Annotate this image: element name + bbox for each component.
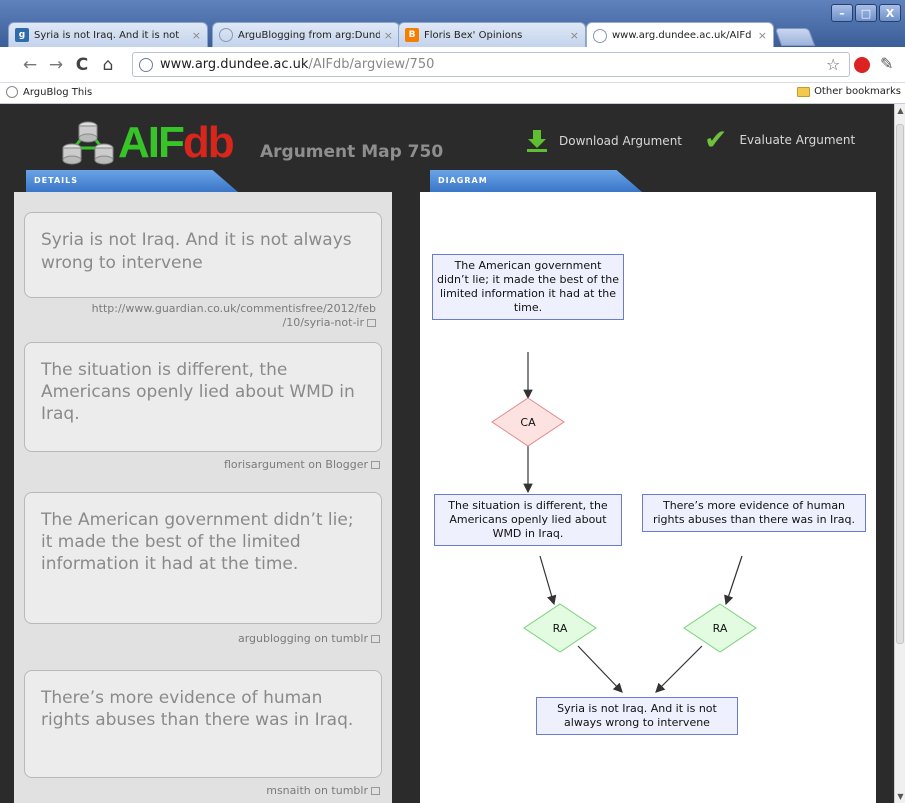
card-source-link[interactable]: florisargument on Blogger [224,458,380,472]
close-tab-icon[interactable]: × [570,29,579,42]
other-bookmarks[interactable]: Other bookmarks [797,86,901,97]
tab-argublogging[interactable]: ArguBlogging from arg:Dunde × [212,22,400,47]
card-text: Syria is not Iraq. And it is not always … [41,230,352,273]
external-link-icon [371,635,380,643]
card-source-link[interactable]: argublogging on tumblr [238,632,380,646]
edge-ra-right-to-conclusion [655,645,703,693]
ra-right-node-label: RA [712,622,728,635]
scroll-down-icon[interactable]: ▼ [896,792,905,801]
tab-label: Syria is not Iraq. And it is not [34,29,180,41]
evaluate-argument-button[interactable]: ✔ Evaluate Argument [704,126,855,154]
edge-evidence-to-ra-right [724,555,743,606]
bookmark-star-icon[interactable]: ☆ [826,55,840,74]
url-host: www.arg.dundee.ac.uk [160,57,309,72]
tab-guardian[interactable]: g Syria is not Iraq. And it is not × [8,22,208,47]
tab-floris-bex[interactable]: B Floris Bex' Opinions × [398,22,586,47]
close-tab-icon[interactable]: × [384,29,393,42]
guardian-favicon-icon: g [15,28,29,42]
tab-label: www.arg.dundee.ac.uk/AIFd [612,30,752,41]
page-content: AIFdb Argument Map 750 Download Argument… [0,104,894,803]
new-tab-button[interactable] [774,28,816,46]
edge-situation-to-ra-left [539,555,557,606]
ra-left-node-label: RA [552,622,568,635]
i-node-conclusion[interactable]: Syria is not Iraq. And it is not always … [536,697,738,735]
i-node-situation[interactable]: The situation is different, the American… [434,494,622,546]
browser-toolbar: ← → C ⌂ www.arg.dundee.ac.uk/AIFdb/argvi… [0,47,905,83]
edge-ra-left-to-conclusion [577,645,623,693]
external-link-icon [371,461,380,469]
minimize-button[interactable]: – [831,4,853,22]
external-link-icon [367,319,376,327]
card-source-link[interactable]: http://www.guardian.co.uk/commentisfree/… [20,302,376,330]
bookmarks-bar: ArguBlog This Other bookmarks [0,83,905,104]
source-line-2: /10/syria-not-ir [282,316,364,329]
bookmark-argublog-this[interactable]: ArguBlog This [6,86,92,98]
download-arrow-icon [527,130,547,152]
diagram-section-tab: DIAGRAM [430,170,642,192]
blogger-favicon-icon: B [405,28,419,42]
folder-icon [797,86,811,97]
home-icon[interactable]: ⌂ [98,55,118,75]
scroll-up-icon[interactable]: ▲ [896,106,905,115]
reload-icon[interactable]: C [72,55,92,75]
address-bar[interactable]: www.arg.dundee.ac.uk/AIFdb/argview/750 [132,52,850,77]
card-text: The situation is different, the American… [41,360,355,424]
other-bookmarks-label: Other bookmarks [814,86,901,97]
details-section-tab: DETAILS [26,170,238,192]
vertical-scrollbar[interactable]: ▲ ▼ [894,104,905,803]
globe-favicon-icon [593,28,607,43]
scrollbar-thumb[interactable] [896,124,904,644]
globe-icon [6,86,18,98]
download-argument-label: Download Argument [559,134,682,148]
aifdb-logo[interactable]: AIFdb [60,118,235,168]
page-info-icon[interactable] [139,57,153,72]
globe-favicon-icon [219,28,233,42]
window-controls: – □ X [831,4,901,22]
back-icon[interactable]: ← [20,55,40,75]
detail-card[interactable]: There’s more evidence of human rights ab… [24,670,382,778]
evaluate-argument-label: Evaluate Argument [739,133,856,147]
close-tab-icon[interactable]: × [192,29,201,42]
source-text: argublogging on tumblr [237,632,368,645]
page-title: Argument Map 750 [260,142,444,162]
diagram-panel: CA RA RA The American government didn’t … [420,192,876,803]
detail-card[interactable]: Syria is not Iraq. And it is not always … [24,212,382,298]
download-argument-button[interactable]: Download Argument [527,130,682,152]
close-window-button[interactable]: X [879,4,901,22]
source-line-1: http://www.guardian.co.uk/commentisfree/… [91,302,376,315]
card-text: There’s more evidence of human rights ab… [41,688,354,730]
url-path: /AIFdb/argview/750 [308,57,435,72]
i-node-evidence[interactable]: There’s more evidence of human rights ab… [642,494,866,532]
i-node-government[interactable]: The American government didn’t lie; it m… [432,254,624,320]
tab-aifdb-active[interactable]: www.arg.dundee.ac.uk/AIFd × [586,22,774,48]
close-tab-icon[interactable]: × [758,29,767,42]
detail-card[interactable]: The American government didn’t lie; it m… [24,492,382,624]
extension-icon[interactable] [854,57,870,73]
card-text: The American government didn’t lie; it m… [41,510,354,574]
tab-label: ArguBlogging from arg:Dunde [238,29,380,41]
database-network-icon [60,118,116,168]
detail-card[interactable]: The situation is different, the American… [24,342,382,452]
ca-node-label: CA [520,416,536,429]
tab-label: Floris Bex' Opinions [424,29,523,41]
source-text: msnaith on tumblr [266,784,368,797]
source-text: florisargument on Blogger [223,458,368,471]
card-source-link[interactable]: msnaith on tumblr [266,784,380,798]
external-link-icon [371,787,380,795]
wrench-menu-icon[interactable]: ✎ [880,54,893,73]
forward-icon[interactable]: → [46,55,66,75]
checkmark-icon: ✔ [704,123,728,156]
logo-text: AIFdb [118,118,235,167]
bookmark-label: ArguBlog This [23,86,93,98]
maximize-button[interactable]: □ [855,4,877,22]
details-panel: Syria is not Iraq. And it is not always … [14,192,392,803]
